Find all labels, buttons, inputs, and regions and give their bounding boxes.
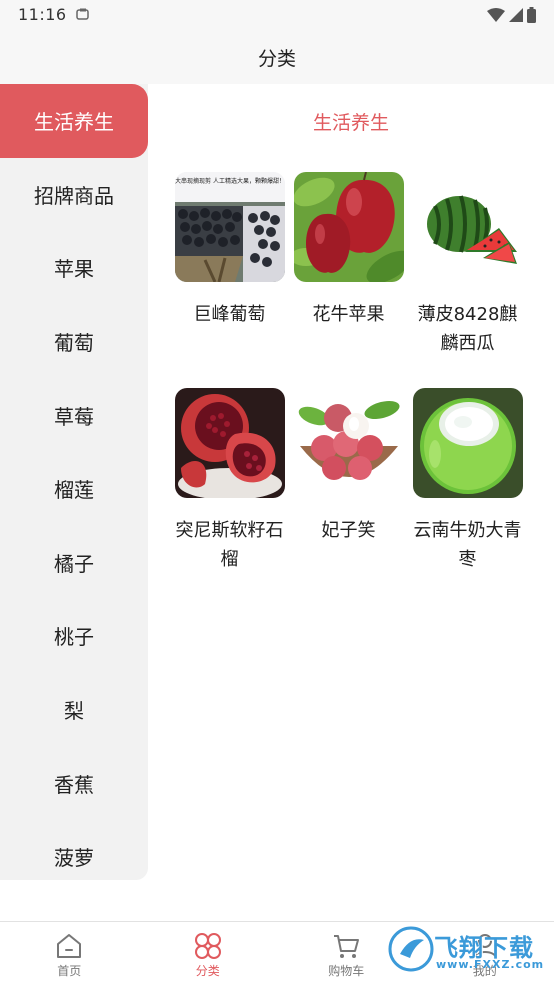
product-name: 薄皮8428麒麟西瓜	[417, 304, 518, 354]
watermark-logo-icon	[388, 926, 434, 972]
tab-label: 购物车	[328, 964, 365, 978]
sidebar-item-pear[interactable]: 梨	[0, 673, 148, 747]
header: 分类	[0, 30, 554, 84]
product-card[interactable]: 突尼斯软籽石榴	[170, 388, 289, 574]
sidebar-item-pineapple[interactable]: 菠萝	[0, 820, 148, 880]
status-bar: 11:16	[0, 0, 554, 30]
sidebar-item-zhaopai-shangpin[interactable]: 招牌商品	[0, 158, 148, 232]
green-jujube-photo	[412, 388, 523, 498]
tab-label: 首页	[57, 964, 82, 978]
sidebar-item-durian[interactable]: 榴莲	[0, 452, 148, 526]
category-icon	[194, 933, 221, 959]
sidebar-item-apple[interactable]: 苹果	[0, 231, 148, 305]
sidebar-item-grape[interactable]: 葡萄	[0, 305, 148, 379]
product-name: 妃子笑	[321, 520, 376, 541]
watermelon-photo	[412, 172, 523, 282]
product-card[interactable]: 花牛苹果	[289, 172, 408, 358]
product-card[interactable]: 大串现摘现剪 人工精选大果，颗颗爆甜！ 巨峰葡萄	[170, 172, 289, 358]
tab-category[interactable]: 分类	[139, 922, 278, 984]
section-title: 生活养生	[312, 112, 389, 134]
wifi-icon	[487, 8, 505, 22]
home-icon	[57, 934, 82, 958]
sidebar-item-peach[interactable]: 桃子	[0, 599, 148, 673]
page-title: 分类	[257, 48, 296, 70]
product-card[interactable]: 薄皮8428麒麟西瓜	[408, 172, 527, 358]
product-name: 云南牛奶大青枣	[413, 520, 522, 570]
watermark: 飞翔下载 www.FXXZ.com	[386, 922, 554, 980]
sidebar-item-orange[interactable]: 橘子	[0, 526, 148, 600]
product-name: 花牛苹果	[312, 304, 385, 325]
sidebar-item-strawberry[interactable]: 草莓	[0, 378, 148, 452]
watermark-url: www.FXXZ.com	[436, 958, 545, 971]
pomegranate-photo	[174, 388, 285, 498]
tab-label: 分类	[195, 964, 220, 978]
image-caption-1: 大串现摘现剪 人工精选大果，颗颗爆甜！	[175, 177, 285, 185]
product-grid: 大串现摘现剪 人工精选大果，颗颗爆甜！ 巨峰葡萄 花牛苹果 薄皮8428麒麟西瓜…	[170, 172, 542, 574]
category-content: 生活养生 大串现摘现剪 人工精选大果，颗颗爆甜！ 巨峰葡萄 花牛苹果 薄皮842…	[148, 84, 554, 920]
grape-box-photo: 大串现摘现剪 人工精选大果，颗颗爆甜！	[174, 172, 285, 282]
tab-home[interactable]: 首页	[0, 922, 139, 984]
sidebar-item-banana[interactable]: 香蕉	[0, 746, 148, 820]
signal-icon	[509, 8, 523, 22]
product-card[interactable]: 云南牛奶大青枣	[408, 388, 527, 574]
notification-icon	[76, 8, 89, 20]
product-card[interactable]: 妃子笑	[289, 388, 408, 574]
category-sidebar: 生活养生 招牌商品 苹果 葡萄 草莓 榴莲 橘子 桃子 梨 香蕉 菠萝	[0, 84, 148, 880]
sidebar-item-shenghuo-yangsheng[interactable]: 生活养生	[0, 84, 148, 158]
status-time: 11:16	[18, 5, 67, 24]
cart-icon	[334, 935, 360, 958]
red-apple-photo	[293, 172, 404, 282]
status-indicators	[487, 7, 536, 23]
product-name: 巨峰葡萄	[193, 304, 266, 325]
lychee-photo	[293, 388, 404, 498]
product-name: 突尼斯软籽石榴	[175, 520, 284, 570]
battery-icon	[527, 7, 536, 23]
